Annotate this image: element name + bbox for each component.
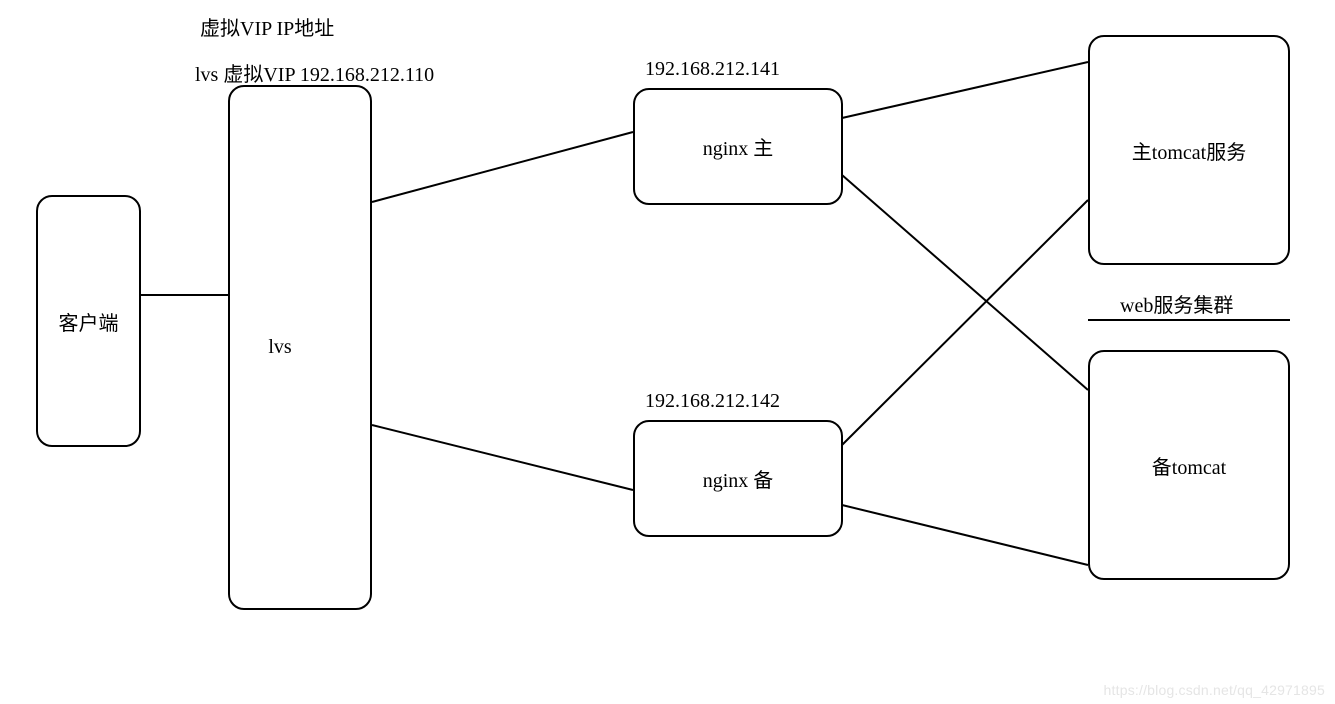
lvs-node-label: lvs xyxy=(268,336,291,359)
tomcat-backup-node-label: 备tomcat xyxy=(1152,451,1226,480)
nginx-master-node-label: nginx 主 xyxy=(703,132,774,161)
client-node: 客户端 xyxy=(36,195,141,447)
nginx-master-ip-label: 192.168.212.141 xyxy=(645,58,780,81)
nginx-backup-ip-label: 192.168.212.142 xyxy=(645,390,780,413)
nginx-backup-node: nginx 备 xyxy=(633,420,843,537)
web-cluster-label: web服务集群 xyxy=(1120,289,1233,318)
nginx-backup-node-label: nginx 备 xyxy=(703,464,774,493)
tomcat-master-node-label: 主tomcat服务 xyxy=(1132,136,1246,165)
nginx-master-node: nginx 主 xyxy=(633,88,843,205)
lvs-node: lvs xyxy=(228,85,372,610)
tomcat-backup-node: 备tomcat xyxy=(1088,350,1290,580)
title-virtual-vip: 虚拟VIP IP地址 xyxy=(200,12,334,41)
tomcat-master-node: 主tomcat服务 xyxy=(1088,35,1290,265)
lvs-vip-address-label: lvs 虚拟VIP 192.168.212.110 xyxy=(195,58,434,87)
watermark-text: https://blog.csdn.net/qq_42971895 xyxy=(1104,682,1325,698)
client-node-label: 客户端 xyxy=(59,307,119,336)
